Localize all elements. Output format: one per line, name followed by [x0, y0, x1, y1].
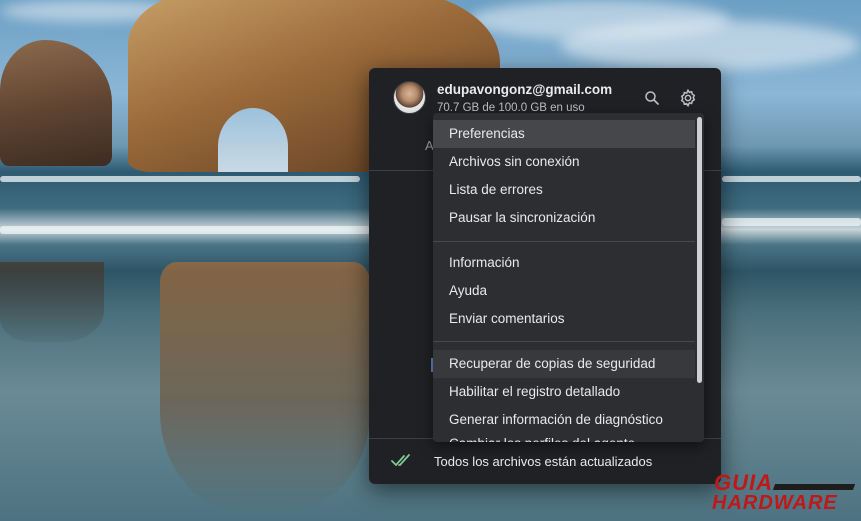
- wave: [722, 218, 861, 226]
- gear-icon: [680, 88, 696, 108]
- menu-item-preferences[interactable]: Preferencias: [433, 120, 695, 148]
- menu-item-switch-profiles[interactable]: Cambiar los perfiles del agente: [433, 430, 695, 442]
- wave: [722, 176, 861, 182]
- settings-button[interactable]: [676, 86, 700, 110]
- logo-text-line2: HARDWARE: [712, 492, 838, 514]
- sync-status-bar: Todos los archivos están actualizados: [369, 439, 721, 484]
- menu-item-restore-backups[interactable]: Recuperar de copias de seguridad: [433, 350, 695, 378]
- double-check-icon: [391, 454, 410, 467]
- rock-formation-left: [0, 40, 112, 166]
- search-icon: [645, 91, 659, 105]
- menu-item-error-list[interactable]: Lista de errores: [433, 176, 695, 204]
- menu-item-pause-sync[interactable]: Pausar la sincronización: [433, 204, 695, 232]
- rock-reflection: [160, 262, 370, 512]
- rock-reflection-left: [0, 262, 104, 342]
- menu-item-offline-files[interactable]: Archivos sin conexión: [433, 148, 695, 176]
- menu-separator: [433, 241, 695, 242]
- menu-separator: [433, 341, 695, 342]
- account-email: edupavongonz@gmail.com: [437, 82, 613, 97]
- menu-item-information[interactable]: Información: [433, 249, 695, 277]
- cloud: [560, 20, 860, 70]
- logo-bar: [772, 484, 856, 490]
- wave: [0, 226, 370, 234]
- sync-status-text: Todos los archivos están actualizados: [434, 454, 653, 469]
- guia-hardware-logo: GUIA HARDWARE: [712, 470, 858, 518]
- menu-item-send-feedback[interactable]: Enviar comentarios: [433, 305, 695, 333]
- menu-item-help[interactable]: Ayuda: [433, 277, 695, 305]
- search-button[interactable]: [640, 86, 664, 110]
- menu-item-enable-verbose-logging[interactable]: Habilitar el registro detallado: [433, 378, 695, 406]
- menu-scrollbar-thumb[interactable]: [697, 117, 702, 383]
- avatar[interactable]: [393, 81, 426, 114]
- wave: [0, 176, 360, 182]
- settings-dropdown-menu: Preferencias Archivos sin conexión Lista…: [433, 113, 704, 442]
